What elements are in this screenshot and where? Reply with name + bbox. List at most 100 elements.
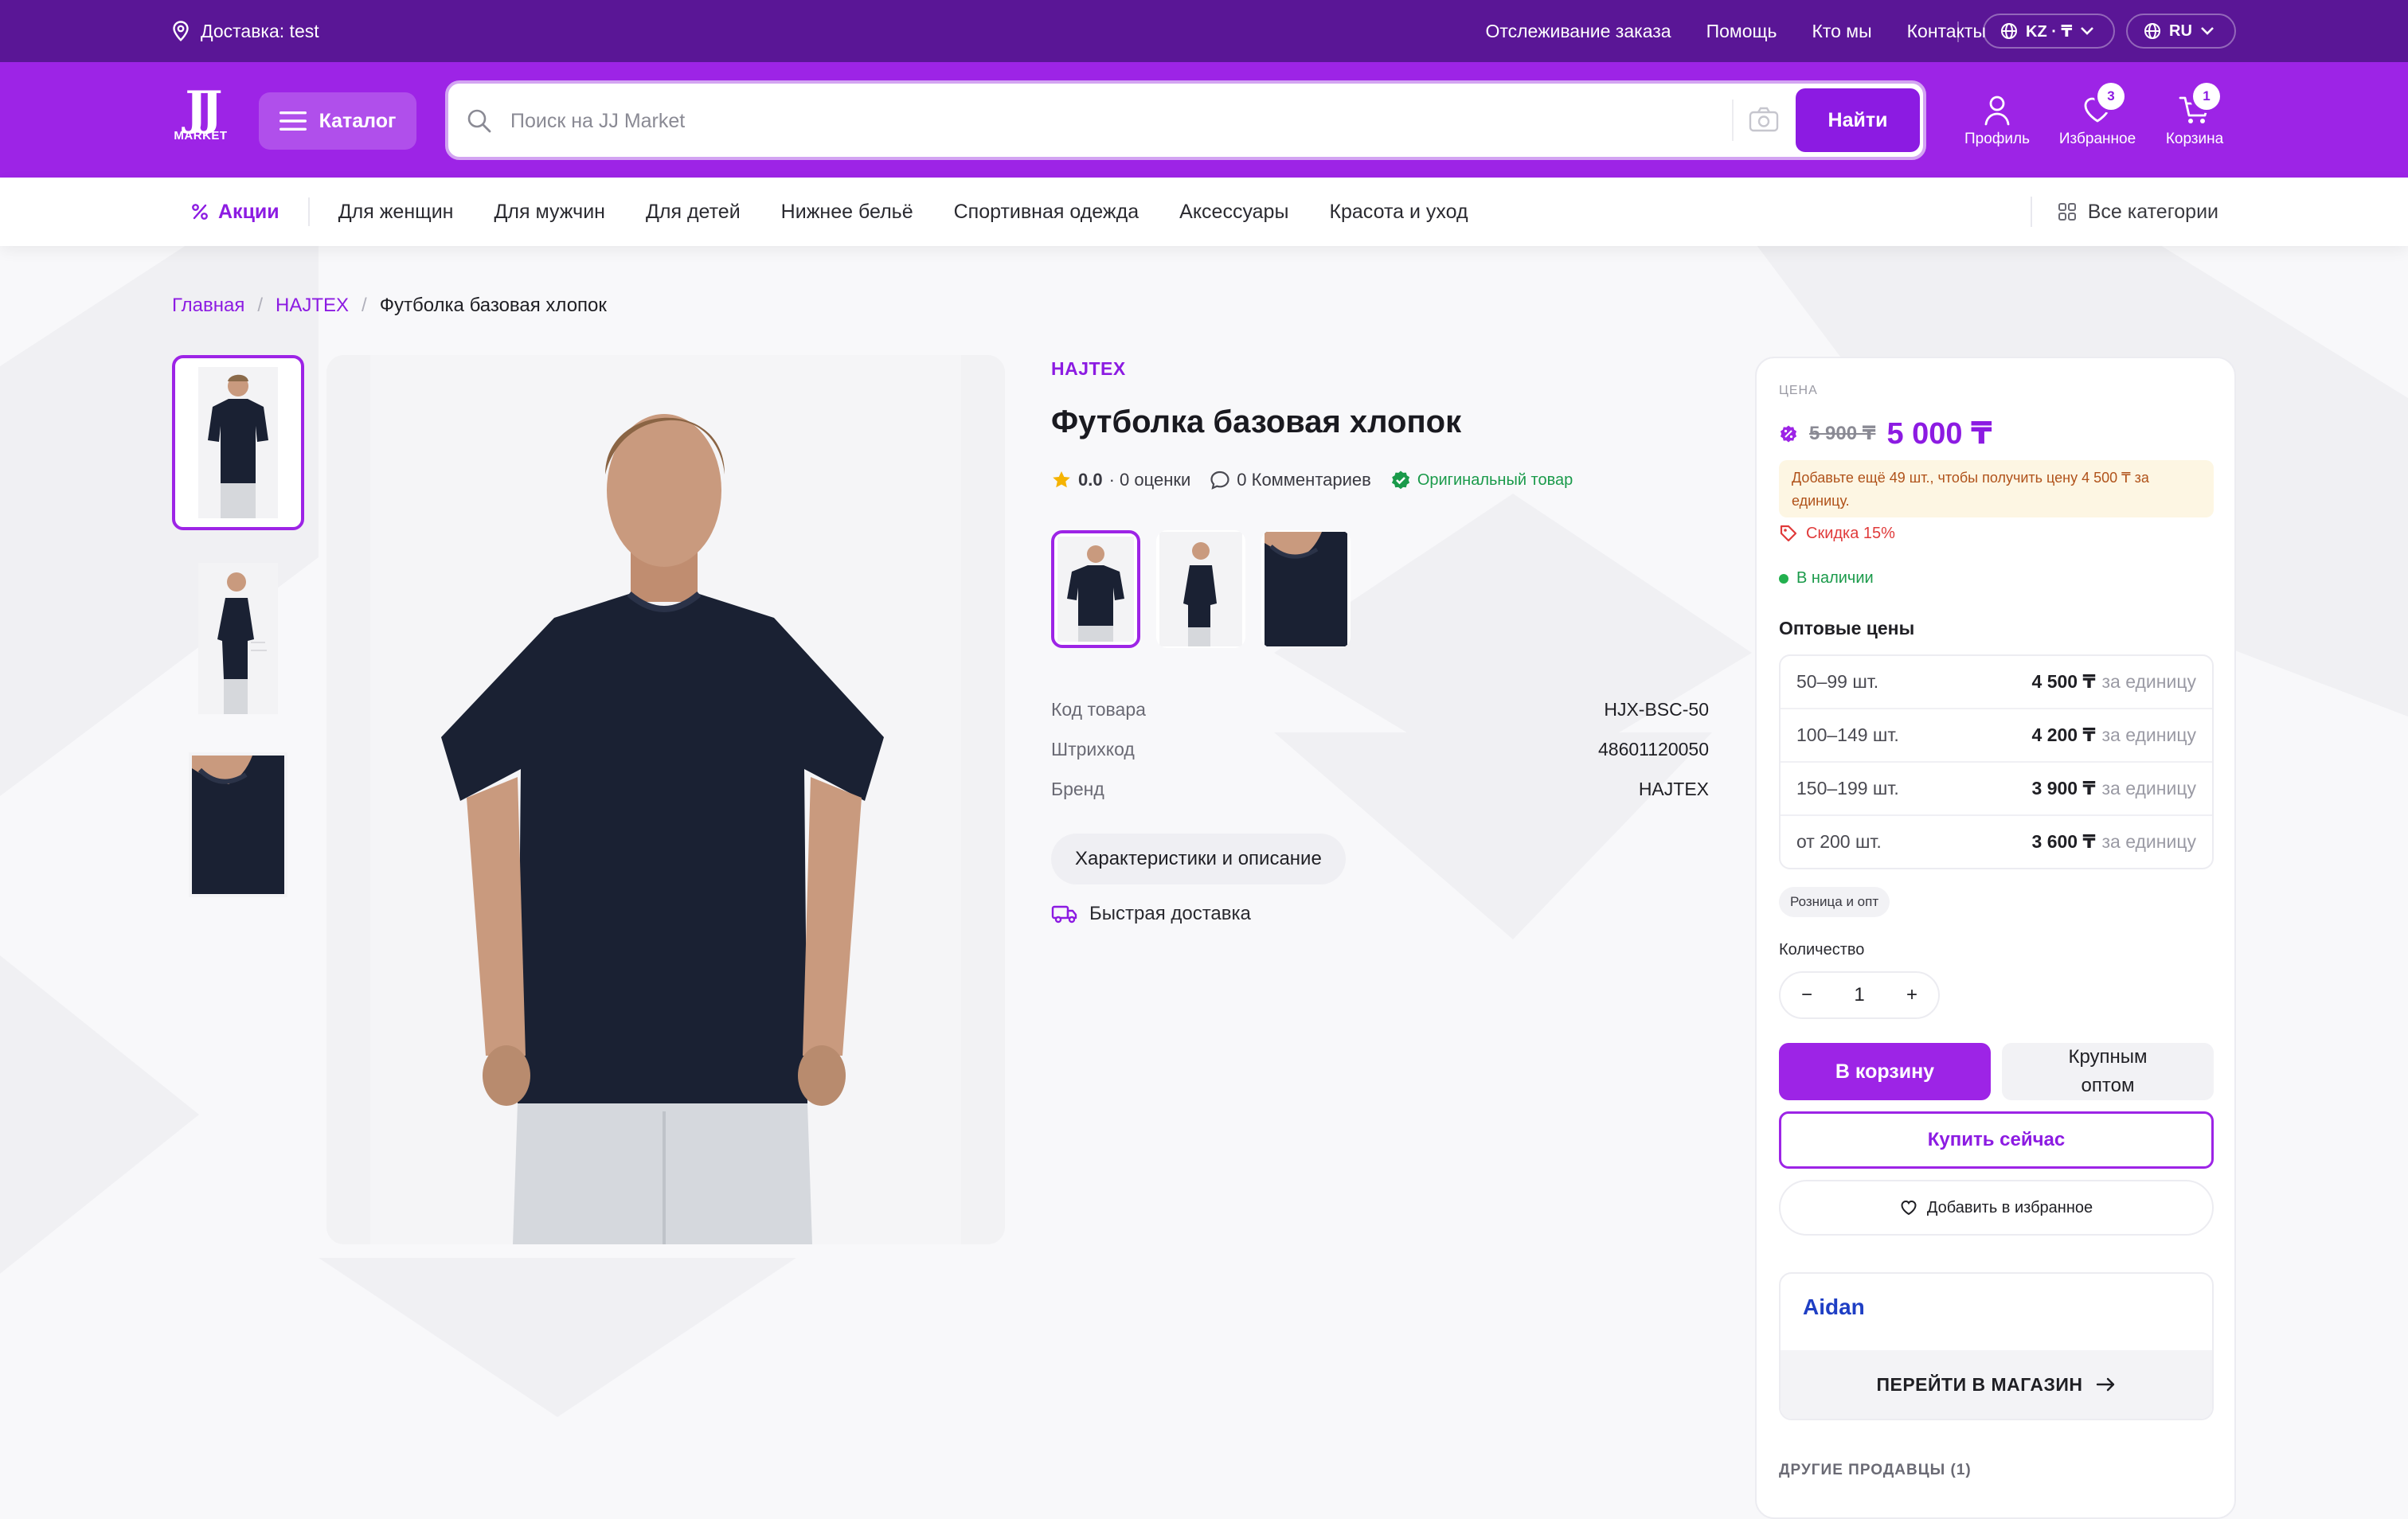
nav-item-beauty[interactable]: Красота и уход	[1329, 201, 1468, 224]
nav-item-underwear[interactable]: Нижнее бельё	[781, 201, 913, 224]
discount-tag: Скидка 15%	[1779, 524, 1895, 543]
variant-thumb-detail[interactable]	[1261, 530, 1351, 648]
add-to-cart-button[interactable]: В корзину	[1779, 1043, 1991, 1100]
search-input[interactable]	[509, 100, 1372, 143]
spec-row: Код товара HJX-BSC-50	[1051, 689, 1709, 729]
breadcrumb-home[interactable]: Главная	[172, 295, 244, 317]
price-row: 5 900 ₸ 5 000 ₸	[1779, 416, 1992, 451]
wholesale-title: Оптовые цены	[1779, 618, 1915, 638]
profile-button[interactable]: Профиль	[1964, 94, 2031, 148]
globe-icon	[2144, 23, 2160, 39]
favorites-count-badge: 3	[2097, 83, 2125, 110]
wholesale-unit: за единицу	[2101, 778, 2196, 799]
menu-icon	[279, 111, 307, 131]
bulk-order-label-line1: Крупным	[2068, 1046, 2148, 1068]
buy-now-button[interactable]: Купить сейчас	[1779, 1111, 2214, 1169]
quantity-decrement-button[interactable]: −	[1801, 984, 1812, 1006]
breadcrumb-current: Футболка базовая хлопок	[379, 295, 607, 316]
main-header: JJ MARKET Каталог Найти Профиль Избранно…	[0, 62, 2408, 178]
cart-label: Корзина	[2165, 131, 2224, 147]
favorites-button[interactable]: Избранное 3	[2056, 83, 2139, 148]
cart-button[interactable]: Корзина 1	[2161, 83, 2228, 148]
product-brand[interactable]: HAJTEX	[1051, 358, 1126, 380]
category-nav-items: Акции Для женщин Для мужчин Для детей Ни…	[191, 178, 1509, 246]
wholesale-qty: 50–99 шт.	[1796, 671, 1879, 692]
spec-key: Штрихкод	[1051, 738, 1135, 760]
profile-label: Профиль	[1964, 131, 2031, 147]
product-detail-image	[189, 752, 287, 897]
breadcrumb: Главная / HAJTEX / Футболка базовая хлоп…	[172, 295, 607, 317]
link-order-tracking[interactable]: Отслеживание заказа	[1485, 21, 1671, 42]
language-selector[interactable]: RU	[2126, 14, 2236, 49]
gallery-thumb-front[interactable]	[172, 355, 304, 530]
star-icon	[1053, 471, 1070, 488]
fast-delivery: Быстрая доставка	[1051, 903, 1251, 925]
search-bar: Найти	[445, 80, 1926, 160]
variant-detail-image	[1265, 532, 1347, 646]
characteristics-button[interactable]: Характеристики и описание	[1051, 834, 1346, 884]
nav-item-promotions[interactable]: Акции	[191, 197, 310, 226]
chevron-down-icon	[2200, 27, 2214, 35]
bulk-order-button[interactable]: Крупным оптом	[2002, 1043, 2214, 1100]
all-categories-button[interactable]: Все категории	[2058, 178, 2218, 246]
nav-item-men[interactable]: Для мужчин	[494, 201, 605, 224]
store-name[interactable]: Aidan	[1803, 1294, 1865, 1320]
spec-row: Штрихкод 48601120050	[1051, 729, 1709, 769]
search-button[interactable]: Найти	[1796, 88, 1920, 152]
region-selector[interactable]: KZ · ₸	[1983, 14, 2115, 49]
delivery-location[interactable]: Доставка: test	[172, 0, 319, 62]
breadcrumb-brand[interactable]: HAJTEX	[276, 295, 349, 317]
add-to-favorites-label: Добавить в избранное	[1926, 1198, 2093, 1216]
comments-link[interactable]: 0 Комментариев	[1237, 470, 1371, 490]
product-main-image[interactable]	[326, 355, 1005, 1244]
nav-item-women[interactable]: Для женщин	[338, 201, 454, 224]
top-links: Отслеживание заказа Помощь Кто мы Контак…	[1485, 0, 1986, 62]
link-contacts[interactable]: Контакты	[1907, 21, 1986, 42]
quantity-stepper: − 1 +	[1779, 971, 1940, 1019]
upsell-note: Добавьте ещё 49 шт., чтобы получить цену…	[1779, 460, 2214, 517]
sale-type-chip: Розница и опт	[1779, 887, 1890, 917]
go-to-store-button[interactable]: ПЕРЕЙТИ В МАГАЗИН	[1781, 1350, 2212, 1419]
wholesale-qty: 150–199 шт.	[1796, 778, 1899, 799]
wholesale-row: 100–149 шт. 4 200 ₸ за единицу	[1781, 709, 2212, 763]
product-meta: 0.0 · 0 оценки 0 Комментариев Оригинальн…	[1051, 470, 1573, 490]
gallery-thumb-detail[interactable]	[172, 737, 304, 912]
link-about[interactable]: Кто мы	[1812, 21, 1871, 42]
stock-status: В наличии	[1779, 569, 1874, 588]
camera-icon[interactable]	[1748, 106, 1780, 133]
variant-thumb-side[interactable]	[1156, 530, 1245, 648]
map-pin-icon	[173, 21, 189, 41]
nav-item-accessories[interactable]: Аксессуары	[1179, 201, 1288, 224]
spec-row: Бренд HAJTEX	[1051, 769, 1709, 809]
topbar-divider	[1957, 21, 1959, 42]
other-sellers-heading[interactable]: ДРУГИЕ ПРОДАВЦЫ (1)	[1779, 1462, 1972, 1479]
top-bar: Доставка: test Отслеживание заказа Помощ…	[0, 0, 2408, 62]
breadcrumb-separator: /	[257, 295, 264, 316]
favorites-label: Избранное	[2058, 131, 2136, 147]
quantity-increment-button[interactable]: +	[1906, 984, 1917, 1006]
grid-icon	[2058, 203, 2076, 221]
spec-value: HJX-BSC-50	[1604, 698, 1709, 720]
chevron-down-icon	[2081, 27, 2094, 35]
quantity-value[interactable]: 1	[1854, 984, 1864, 1006]
logo[interactable]: JJ MARKET	[172, 85, 229, 143]
nav-item-sportswear[interactable]: Спортивная одежда	[954, 201, 1140, 224]
add-to-favorites-button[interactable]: Добавить в избранное	[1779, 1180, 2214, 1236]
cart-count-badge: 1	[2193, 83, 2220, 110]
spec-key: Код товара	[1051, 698, 1146, 720]
discount-label: Скидка 15%	[1806, 524, 1895, 542]
nav-item-kids[interactable]: Для детей	[646, 201, 741, 224]
gallery-thumb-side[interactable]	[172, 551, 304, 726]
percent-icon	[192, 204, 208, 220]
wholesale-qty: от 200 шт.	[1796, 831, 1882, 852]
search-divider	[1732, 100, 1734, 141]
variant-thumb-front[interactable]	[1051, 530, 1140, 648]
breadcrumb-separator: /	[362, 295, 367, 316]
ratings-count: · 0 оценки	[1108, 470, 1191, 490]
rating-value: 0.0	[1078, 470, 1103, 490]
link-help[interactable]: Помощь	[1706, 21, 1777, 42]
wholesale-row: от 200 шт. 3 600 ₸ за единицу	[1781, 816, 2212, 868]
catalog-button[interactable]: Каталог	[259, 92, 416, 150]
all-categories-label: Все категории	[2087, 200, 2218, 223]
discount-badge-icon	[1780, 425, 1797, 442]
